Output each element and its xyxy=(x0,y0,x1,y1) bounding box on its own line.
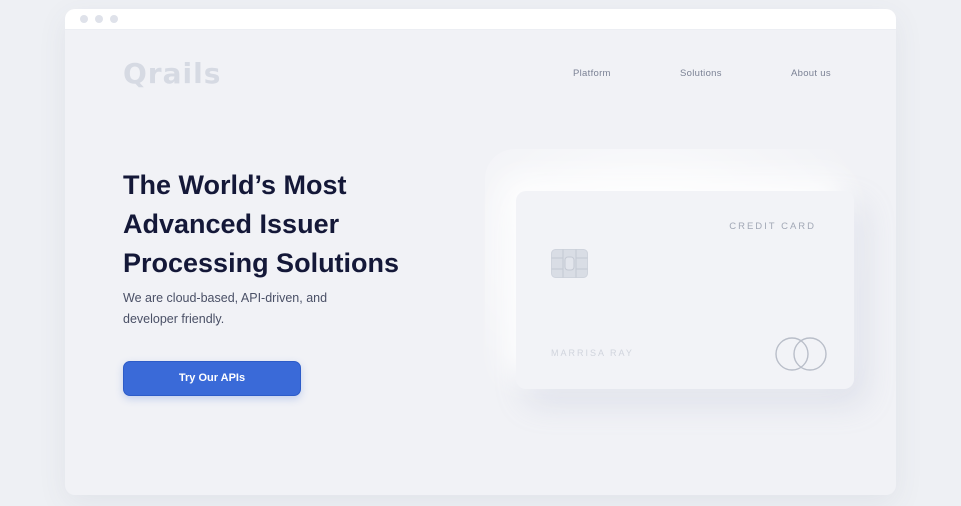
card-type-label: CREDIT CARD xyxy=(729,221,816,232)
window-minimize-dot[interactable] xyxy=(95,15,103,23)
nav-link-solutions[interactable]: Solutions xyxy=(680,68,722,79)
window-close-dot[interactable] xyxy=(80,15,88,23)
chip-icon xyxy=(551,249,588,278)
browser-window: Qrails Platform Solutions About us The W… xyxy=(65,9,896,495)
credit-card: CREDIT CARD MARRISA RAY xyxy=(516,191,854,389)
try-apis-button[interactable]: Try Our APIs xyxy=(123,361,301,396)
window-maximize-dot[interactable] xyxy=(110,15,118,23)
hero-subtext: We are cloud-based, API-driven, and deve… xyxy=(123,291,328,326)
cardholder-name: MARRISA RAY xyxy=(551,348,634,358)
window-titlebar xyxy=(65,9,896,30)
mastercard-icon xyxy=(775,337,827,371)
nav-link-about-us[interactable]: About us xyxy=(791,68,831,79)
nav-link-platform[interactable]: Platform xyxy=(573,68,611,79)
logo[interactable]: Qrails xyxy=(123,57,221,90)
hero-headline: The World’s Most Advanced Issuer Process… xyxy=(123,170,400,278)
